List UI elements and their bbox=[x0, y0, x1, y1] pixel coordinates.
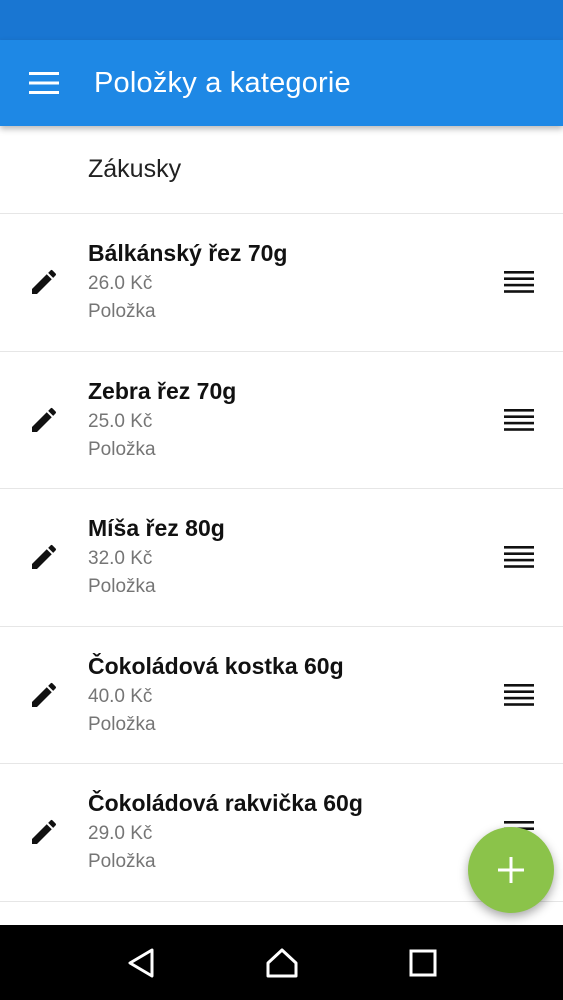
list-item[interactable]: Čokoládová kostka 60g 40.0 Kč Položka bbox=[0, 627, 563, 764]
drag-handle[interactable] bbox=[501, 402, 537, 438]
item-price: 25.0 Kč bbox=[88, 410, 153, 432]
item-name: Čokoládová kostka 60g bbox=[88, 652, 344, 679]
menu-button[interactable] bbox=[0, 40, 88, 126]
item-price: 26.0 Kč bbox=[88, 273, 153, 294]
drag-handle-icon bbox=[504, 408, 534, 431]
pencil-icon bbox=[32, 820, 57, 845]
back-button[interactable] bbox=[111, 933, 171, 993]
item-name: Míša řez 80g bbox=[88, 515, 225, 541]
app-bar: Položky a kategorie bbox=[0, 40, 563, 126]
list-item[interactable]: Míša řez 80g 32.0 Kč Položka bbox=[0, 489, 563, 627]
category-label: Zákusky bbox=[88, 155, 182, 183]
item-type: Položka bbox=[88, 301, 156, 322]
item-type: Položka bbox=[88, 576, 156, 597]
back-icon bbox=[128, 948, 153, 977]
item-text: Bálkánský řez 70g 26.0 Kč Položka bbox=[88, 238, 287, 326]
item-text: Míša řez 80g 32.0 Kč Položka bbox=[88, 513, 225, 601]
item-price: 40.0 Kč bbox=[88, 685, 153, 707]
add-item-button[interactable] bbox=[468, 827, 554, 913]
recents-button[interactable] bbox=[393, 933, 453, 993]
list-item[interactable]: Zebra řez 70g 25.0 Kč Položka bbox=[0, 352, 563, 489]
pencil-icon bbox=[32, 407, 57, 432]
pencil-icon bbox=[32, 545, 57, 570]
edit-button[interactable] bbox=[22, 398, 66, 442]
item-price: 32.0 Kč bbox=[88, 548, 153, 569]
edit-button[interactable] bbox=[22, 673, 66, 717]
item-name: Zebra řez 70g bbox=[88, 377, 237, 404]
plus-icon bbox=[498, 857, 524, 883]
edit-button[interactable] bbox=[22, 260, 66, 304]
edit-button[interactable] bbox=[22, 535, 66, 579]
pencil-icon bbox=[32, 270, 57, 295]
item-text: Čokoládová kostka 60g 40.0 Kč Položka bbox=[88, 651, 344, 739]
item-text: Čokoládová rakvička 60g 29.0 Kč Položka bbox=[88, 788, 363, 876]
edit-button[interactable] bbox=[22, 810, 66, 854]
list-item[interactable]: Bálkánský řez 70g 26.0 Kč Položka bbox=[0, 214, 563, 352]
drag-handle-icon bbox=[504, 546, 534, 569]
items-list: Zákusky Bálkánský řez 70g 26.0 Kč Položk… bbox=[0, 126, 563, 902]
page-title: Položky a kategorie bbox=[94, 66, 351, 99]
recents-icon bbox=[409, 949, 436, 976]
item-price: 29.0 Kč bbox=[88, 823, 153, 844]
pencil-icon bbox=[32, 682, 57, 707]
drag-handle[interactable] bbox=[501, 677, 537, 713]
drag-handle[interactable] bbox=[501, 264, 537, 300]
item-name: Bálkánský řez 70g bbox=[88, 240, 288, 266]
item-name: Čokoládová rakvička 60g bbox=[88, 790, 363, 816]
category-header[interactable]: Zákusky bbox=[0, 126, 563, 214]
item-type: Položka bbox=[88, 851, 156, 872]
drag-handle-icon bbox=[504, 271, 534, 294]
drag-handle[interactable] bbox=[501, 539, 537, 575]
item-text: Zebra řez 70g 25.0 Kč Položka bbox=[88, 376, 236, 464]
home-icon bbox=[266, 948, 297, 977]
item-type: Položka bbox=[88, 713, 156, 735]
status-bar bbox=[0, 0, 563, 40]
drag-handle-icon bbox=[504, 683, 534, 706]
home-button[interactable] bbox=[252, 933, 312, 993]
system-nav-bar bbox=[0, 925, 563, 1000]
item-type: Položka bbox=[88, 438, 156, 460]
hamburger-menu-icon bbox=[29, 72, 59, 94]
